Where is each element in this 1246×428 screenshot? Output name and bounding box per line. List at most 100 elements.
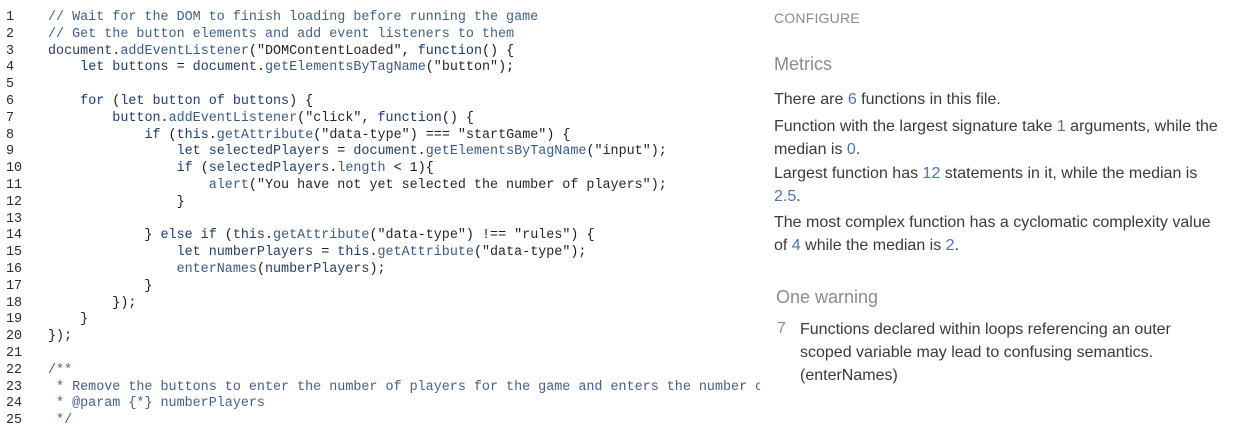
code-token: alert bbox=[208, 178, 249, 193]
code-token: "data-type" bbox=[481, 245, 571, 261]
code-token: getAttribute bbox=[273, 228, 370, 244]
code-text: } bbox=[48, 278, 152, 295]
line-number: 17 bbox=[6, 278, 23, 294]
code-token: getElementsByTagName bbox=[425, 144, 587, 160]
line-number: 5 bbox=[6, 77, 15, 93]
line-number: 4 bbox=[6, 60, 15, 76]
code-text: }); bbox=[48, 328, 72, 345]
code-token: ( bbox=[160, 127, 177, 143]
code-token: , bbox=[361, 110, 378, 126]
metric-number: 2 bbox=[945, 237, 955, 254]
code-text: * Remove the buttons to enter the number… bbox=[48, 379, 760, 396]
metric-text: Function with the largest signature take bbox=[774, 118, 1057, 135]
line-number: 25 bbox=[6, 413, 23, 428]
code-token: getElementsByTagName bbox=[265, 60, 426, 76]
code-token: /** bbox=[48, 362, 73, 378]
code-token: getAttribute bbox=[216, 127, 314, 143]
code-token: . bbox=[369, 245, 378, 261]
code-text: /** bbox=[48, 362, 72, 379]
code-token: let bbox=[176, 144, 201, 160]
code-token: ( bbox=[104, 94, 121, 109]
line-number: 7 bbox=[6, 110, 15, 126]
metric-number: 1 bbox=[1056, 118, 1066, 135]
code-token: } bbox=[48, 194, 185, 210]
code-editor[interactable]: 1 // Wait for the DOM to finish loading b… bbox=[0, 0, 760, 428]
code-text: // Get the button elements and add event… bbox=[48, 26, 514, 43]
code-token: function bbox=[417, 43, 482, 59]
metric-text: statements in it, while the median is bbox=[940, 165, 1198, 182]
code-token: ( bbox=[473, 245, 482, 261]
code-token: } bbox=[48, 312, 89, 328]
line-number: 9 bbox=[6, 144, 15, 160]
code-token: let bbox=[80, 60, 105, 76]
code-token: // Get the button elements and add event… bbox=[48, 26, 515, 42]
code-token: this bbox=[232, 228, 265, 244]
code-token: document bbox=[353, 144, 418, 160]
warning-line-number[interactable]: 7 bbox=[777, 320, 786, 338]
code-token: ( bbox=[192, 161, 209, 177]
code-token: ( bbox=[256, 262, 265, 277]
code-token: enterNames bbox=[176, 262, 257, 277]
code-token: = bbox=[329, 144, 354, 160]
code-token: button bbox=[112, 110, 161, 126]
metric-number: 12 bbox=[922, 165, 941, 182]
code-text: } bbox=[48, 194, 185, 211]
metric-text: . bbox=[855, 141, 861, 158]
line-number: 3 bbox=[6, 43, 15, 59]
code-token: * @param {*} numberPlayers bbox=[48, 396, 265, 412]
code-token: selectedPlayers bbox=[200, 144, 330, 160]
code-text: */ bbox=[48, 412, 72, 428]
code-token: length bbox=[337, 161, 386, 177]
line-number: 20 bbox=[6, 329, 23, 345]
code-token: = bbox=[168, 60, 193, 76]
metric-number: 4 bbox=[791, 237, 801, 254]
metrics-heading: Metrics bbox=[774, 54, 832, 74]
code-token: let bbox=[120, 94, 145, 109]
code-token: this bbox=[176, 127, 209, 143]
code-token: ); bbox=[650, 178, 667, 193]
code-text: if (selectedPlayers.length < 1){ bbox=[48, 160, 434, 177]
code-token: }); bbox=[48, 295, 137, 311]
metric-text: There are bbox=[774, 91, 848, 108]
code-token: ); bbox=[498, 60, 515, 76]
code-token: ) { bbox=[570, 228, 595, 244]
code-token: "DOMContentLoaded" bbox=[256, 43, 402, 59]
code-token: = bbox=[313, 245, 338, 261]
code-text: } else if (this.getAttribute("data-type"… bbox=[48, 227, 595, 244]
code-token: "rules" bbox=[514, 228, 571, 244]
metric-signature: Function with the largest signature take… bbox=[774, 115, 1224, 161]
line-number: 1 bbox=[6, 10, 15, 25]
code-token: } bbox=[48, 278, 153, 294]
metric-text: functions in this file. bbox=[856, 91, 1001, 108]
code-token: ( bbox=[369, 228, 378, 244]
code-token: addEventListener bbox=[168, 110, 298, 126]
code-token: ( bbox=[216, 228, 233, 244]
code-token: . bbox=[256, 60, 266, 76]
metric-complexity: The most complex function has a cyclomat… bbox=[774, 211, 1224, 257]
code-token: ) === bbox=[409, 127, 458, 143]
code-token: numberPlayers bbox=[264, 262, 370, 277]
code-text: }); bbox=[48, 295, 136, 312]
code-token: ); bbox=[650, 144, 667, 160]
code-text: * @param {*} numberPlayers bbox=[48, 395, 265, 412]
code-token: // Wait for the DOM to finish loading be… bbox=[48, 10, 539, 25]
code-token: ) { bbox=[289, 94, 314, 109]
line-number: 23 bbox=[6, 379, 23, 395]
code-token: buttons bbox=[104, 60, 169, 76]
code-token: "data-type" bbox=[377, 228, 466, 244]
code-text: if (this.getAttribute("data-type") === "… bbox=[48, 127, 570, 144]
code-text: let numberPlayers = this.getAttribute("d… bbox=[48, 244, 587, 261]
code-token: for bbox=[80, 94, 105, 109]
code-token: . bbox=[264, 228, 274, 244]
configure-link[interactable]: CONFIGURE bbox=[774, 10, 860, 26]
line-number: 24 bbox=[6, 396, 23, 412]
code-token: if bbox=[144, 127, 161, 143]
code-token: ); bbox=[570, 245, 587, 261]
code-token: . bbox=[160, 110, 169, 126]
